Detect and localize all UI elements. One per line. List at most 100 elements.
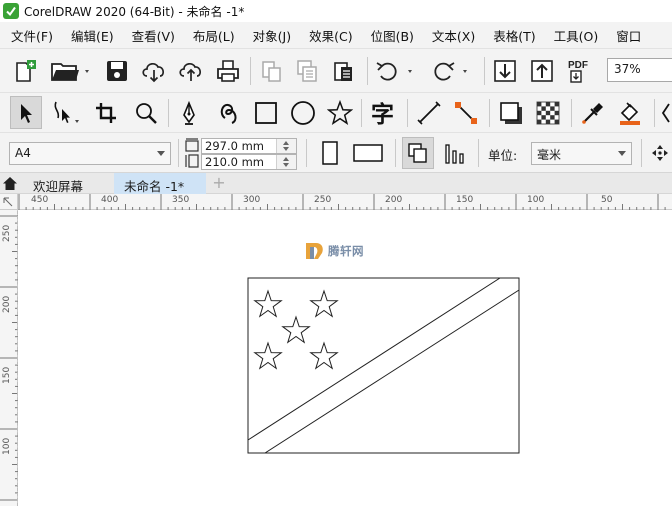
page-size-value: A4 bbox=[15, 146, 31, 160]
import-cloud-button[interactable] bbox=[139, 57, 169, 85]
zoom-level-input[interactable]: 37% bbox=[607, 58, 672, 82]
tab-welcome-screen[interactable]: 欢迎屏幕 bbox=[20, 173, 112, 194]
menu-layout[interactable]: 布局(L) bbox=[184, 26, 244, 45]
zoom-tool-button[interactable] bbox=[130, 97, 162, 129]
import-button[interactable] bbox=[490, 57, 520, 85]
dimension-tool-button[interactable] bbox=[413, 97, 445, 129]
ruler-label: 100 bbox=[2, 437, 12, 455]
toolbox: 字 bbox=[0, 92, 672, 132]
unit-dropdown[interactable]: 毫米 bbox=[531, 142, 632, 165]
interactive-fill-icon bbox=[620, 102, 640, 125]
menu-table[interactable]: 表格(T) bbox=[484, 26, 544, 45]
transparency-button[interactable] bbox=[532, 97, 564, 129]
color-eyedropper-icon bbox=[661, 103, 670, 123]
stacked-documents-icon bbox=[297, 60, 317, 82]
freehand-pick-button[interactable] bbox=[48, 97, 84, 129]
cloud-download-icon bbox=[142, 63, 164, 83]
save-button[interactable] bbox=[102, 57, 132, 85]
current-page-button[interactable] bbox=[439, 137, 471, 169]
page-width-value: 297.0 mm bbox=[205, 139, 264, 153]
ruler-label: 400 bbox=[101, 195, 119, 205]
new-document-button[interactable] bbox=[10, 57, 40, 85]
page-height-input[interactable]: 210.0 mm bbox=[201, 154, 297, 170]
ruler-label: 300 bbox=[243, 195, 261, 205]
text-tool-button[interactable]: 字 bbox=[366, 97, 400, 129]
menu-bitmaps[interactable]: 位图(B) bbox=[362, 26, 423, 45]
print-button[interactable] bbox=[213, 57, 243, 85]
export-cloud-button[interactable] bbox=[176, 57, 206, 85]
landscape-orientation-button[interactable] bbox=[350, 138, 386, 168]
ruler-label: 50 bbox=[601, 195, 613, 205]
landscape-page-icon bbox=[353, 144, 383, 162]
ruler-label: 200 bbox=[385, 195, 403, 205]
title-bar: CorelDRAW 2020 (64-Bit) - 未命名 -1* bbox=[0, 0, 672, 22]
ruler-label: 450 bbox=[31, 195, 49, 205]
connector-tool-icon bbox=[455, 102, 477, 124]
pick-tool-button[interactable] bbox=[10, 96, 42, 129]
all-pages-button[interactable] bbox=[402, 137, 434, 169]
unit-value: 毫米 bbox=[537, 148, 562, 162]
menu-file[interactable]: 文件(F) bbox=[2, 26, 62, 45]
menu-edit[interactable]: 编辑(E) bbox=[62, 26, 123, 45]
artistic-media-button[interactable] bbox=[213, 97, 245, 129]
pdf-icon: PDF bbox=[568, 60, 588, 83]
flag-outline[interactable] bbox=[247, 277, 520, 454]
interactive-fill-button[interactable] bbox=[614, 97, 646, 129]
pdf-label: PDF bbox=[568, 60, 588, 71]
add-tab-button[interactable]: + bbox=[208, 173, 230, 194]
pick-tool-icon bbox=[21, 103, 32, 123]
watermark-emblem-icon bbox=[306, 243, 323, 259]
export-button[interactable] bbox=[527, 57, 557, 85]
nudge-button[interactable] bbox=[649, 140, 671, 166]
home-icon[interactable] bbox=[2, 176, 18, 191]
width-stepper[interactable] bbox=[276, 139, 296, 153]
menu-tools[interactable]: 工具(O) bbox=[545, 26, 608, 45]
zoom-tool-icon bbox=[136, 103, 157, 124]
page-size-dropdown[interactable]: A4 bbox=[9, 142, 171, 165]
redo-button[interactable] bbox=[428, 57, 474, 85]
clipboard-button[interactable] bbox=[328, 57, 358, 85]
undo-button[interactable] bbox=[373, 57, 419, 85]
menu-window[interactable]: 窗口 bbox=[607, 26, 650, 45]
rectangle-tool-button[interactable] bbox=[250, 97, 282, 129]
drop-shadow-button[interactable] bbox=[495, 97, 527, 129]
text-tool-icon: 字 bbox=[371, 101, 394, 127]
copy-properties-button bbox=[256, 57, 286, 85]
ruler-label: 200 bbox=[2, 295, 12, 313]
more-tools-button[interactable] bbox=[659, 97, 672, 129]
pen-tool-button[interactable] bbox=[173, 97, 205, 129]
page-width-input[interactable]: 297.0 mm bbox=[201, 138, 297, 154]
import-icon bbox=[494, 60, 516, 82]
paste-special-button bbox=[292, 57, 322, 85]
menu-effects[interactable]: 效果(C) bbox=[300, 26, 361, 45]
eyedropper-button[interactable] bbox=[577, 97, 609, 129]
menu-object[interactable]: 对象(J) bbox=[244, 26, 300, 45]
menu-text[interactable]: 文本(X) bbox=[423, 26, 484, 45]
window-title: CorelDRAW 2020 (64-Bit) - 未命名 -1* bbox=[24, 4, 245, 19]
chevron-down-icon bbox=[157, 151, 165, 156]
open-button[interactable] bbox=[48, 57, 94, 85]
watermark-logo: 腾轩网 bbox=[303, 241, 364, 261]
ellipse-tool-icon bbox=[291, 101, 315, 125]
polygon-star-button[interactable] bbox=[324, 97, 356, 129]
ruler-origin[interactable] bbox=[0, 194, 18, 210]
clipboard-icon bbox=[334, 62, 352, 81]
eyedropper-icon bbox=[582, 103, 603, 124]
tab-document[interactable]: 未命名 -1* bbox=[114, 173, 206, 194]
connector-tool-button[interactable] bbox=[450, 97, 482, 129]
flag-drawing[interactable] bbox=[247, 277, 521, 455]
new-document-icon bbox=[16, 60, 36, 82]
menu-view[interactable]: 查看(V) bbox=[123, 26, 184, 45]
portrait-orientation-button[interactable] bbox=[315, 138, 345, 168]
height-stepper[interactable] bbox=[276, 155, 296, 169]
cloud-upload-icon bbox=[179, 63, 201, 81]
ellipse-tool-button[interactable] bbox=[287, 97, 319, 129]
horizontal-ruler[interactable]: 450 400 350 300 250 200 150 100 50 bbox=[18, 194, 672, 210]
crop-tool-button[interactable] bbox=[90, 97, 122, 129]
publish-pdf-button[interactable]: PDF bbox=[563, 57, 595, 85]
ruler-label: 250 bbox=[314, 195, 332, 205]
vertical-ruler[interactable]: 250 200 150 100 bbox=[0, 210, 18, 506]
redo-icon bbox=[434, 62, 467, 81]
portrait-page-icon bbox=[322, 141, 338, 165]
standard-toolbar: PDF 37% bbox=[0, 48, 672, 92]
